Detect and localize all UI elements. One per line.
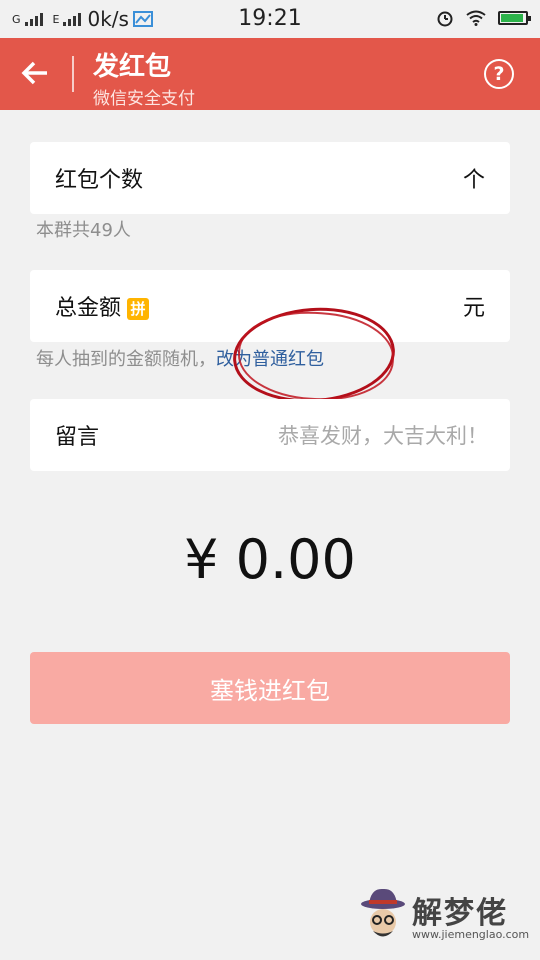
battery-fill [501, 14, 523, 22]
packet-count-field[interactable]: 红包个数 个 [30, 142, 510, 214]
pin-badge: 拼 [127, 298, 150, 320]
message-field[interactable]: 留言 [30, 399, 510, 471]
total-amount-unit: 元 [462, 296, 485, 321]
packet-count-label: 红包个数 [55, 168, 144, 193]
page-title: 发红包 [93, 52, 172, 82]
watermark: 解梦佬 www.jiemenglao.com [360, 884, 530, 954]
send-red-packet-button[interactable]: 塞钱进红包 [30, 652, 510, 724]
random-amount-text: 每人抽到的金额随机， [36, 349, 216, 370]
alarm-icon [437, 11, 453, 27]
header-divider [72, 56, 74, 92]
arrow-left-icon [21, 61, 47, 85]
wifi-icon [466, 10, 486, 26]
app-header: 发红包 微信安全支付 ? [0, 38, 540, 110]
packet-count-unit: 个 [462, 168, 485, 193]
detective-logo-icon [361, 888, 405, 937]
total-amount-label: 总金额 [55, 296, 122, 321]
group-member-hint: 本群共49人 [36, 220, 131, 241]
back-button[interactable] [20, 58, 56, 90]
page-subtitle: 微信安全支付 [93, 89, 195, 109]
status-bar: G E 0k/s 19:21 [0, 0, 540, 38]
message-label: 留言 [55, 425, 100, 450]
watermark-url: www.jiemenglao.com [412, 928, 530, 941]
battery-icon [498, 11, 531, 25]
status-right [436, 9, 531, 27]
watermark-name: 解梦佬 [412, 896, 508, 931]
message-input[interactable] [226, 413, 490, 459]
total-amount-label-wrap: 总金额拼 [55, 290, 150, 322]
help-button[interactable]: ? [484, 59, 514, 89]
total-amount-display: ¥ 0.00 [184, 528, 356, 591]
